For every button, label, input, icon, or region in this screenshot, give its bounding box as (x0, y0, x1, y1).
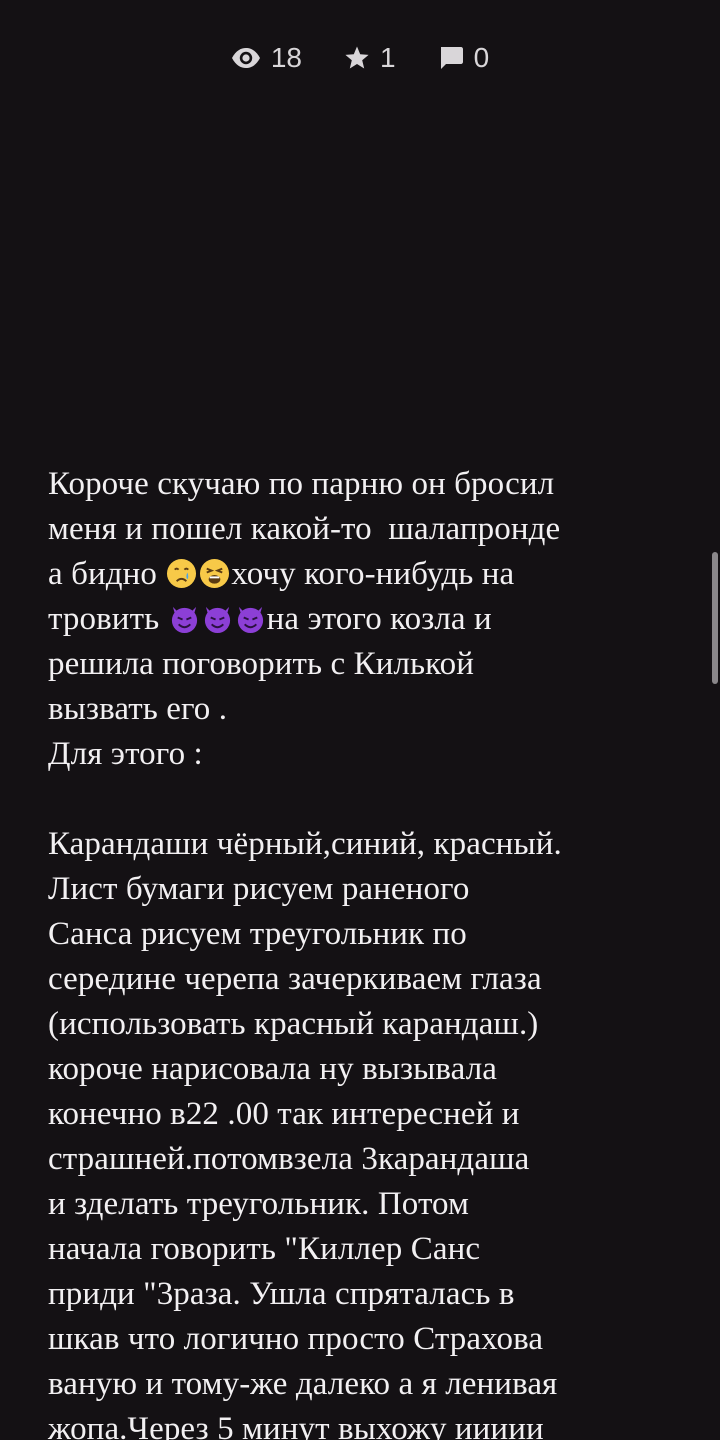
likes-stat[interactable]: 1 (344, 36, 396, 80)
story-line: приди "3раза. Ушла спряталась в (48, 1276, 515, 1312)
scrollbar-thumb[interactable] (712, 552, 718, 684)
story-line: на этого козла и (266, 601, 492, 637)
smiling-devil-icon (202, 602, 233, 634)
smiling-devil-icon (235, 602, 266, 634)
story-line: Для этого : (48, 736, 203, 772)
story-stats-bar: 18 1 0 (0, 36, 720, 80)
story-text: Короче скучаю по парню он бросил меня и п… (48, 462, 688, 1440)
views-stat: 18 (231, 36, 302, 80)
comments-count: 0 (473, 42, 490, 73)
story-line: и зделать треугольник. Потом (48, 1186, 470, 1222)
story-line: начала говорить "Киллер Санс (48, 1231, 481, 1267)
story-line: Санса рисуем треугольник по (48, 916, 467, 952)
story-paragraph: Карандаши чёрный,синий, красный. Лист бум… (48, 822, 688, 1440)
comments-stat[interactable]: 0 (438, 36, 490, 80)
story-line: конечно в22 .00 так интересней и (48, 1096, 520, 1132)
smiling-devil-icon (169, 602, 200, 634)
story-line: Лист бумаги рисуем раненого (48, 871, 470, 907)
story-line: решила поговорить с Килькой (48, 646, 474, 682)
eye-icon (231, 47, 261, 69)
story-line: середине черепа зачеркиваем глаза (48, 961, 542, 997)
story-line: меня и пошел какой-то шалапронде (48, 511, 561, 547)
story-line: страшней.потомвзела 3карандаша (48, 1141, 530, 1177)
story-line: тровить (48, 601, 168, 637)
views-count: 18 (270, 42, 302, 73)
story-line: ваную и тому-же далеко а я ленивая (48, 1366, 558, 1402)
story-line: хочу кого-нибудь на (231, 556, 515, 592)
story-line: шкав что логично просто Страхова (48, 1321, 544, 1357)
story-paragraph: Короче скучаю по парню он бросил меня и п… (48, 462, 688, 777)
story-line: жопа.Через 5 минут выхожу иииии (48, 1411, 544, 1440)
story-line: короче нарисовала ну вызывала (48, 1051, 498, 1087)
star-icon (344, 45, 370, 71)
story-line: Карандаши чёрный,синий, красный. (48, 826, 562, 862)
crying-face-icon (166, 557, 197, 589)
likes-count: 1 (380, 42, 396, 73)
weary-face-icon (199, 557, 230, 589)
story-line: а бидно (48, 556, 166, 592)
story-line: Короче скучаю по парню он бросил (48, 466, 555, 502)
story-line: (использовать красный карандаш.) (48, 1006, 539, 1042)
story-line: вызвать его . (48, 691, 228, 727)
comment-icon (438, 45, 464, 71)
